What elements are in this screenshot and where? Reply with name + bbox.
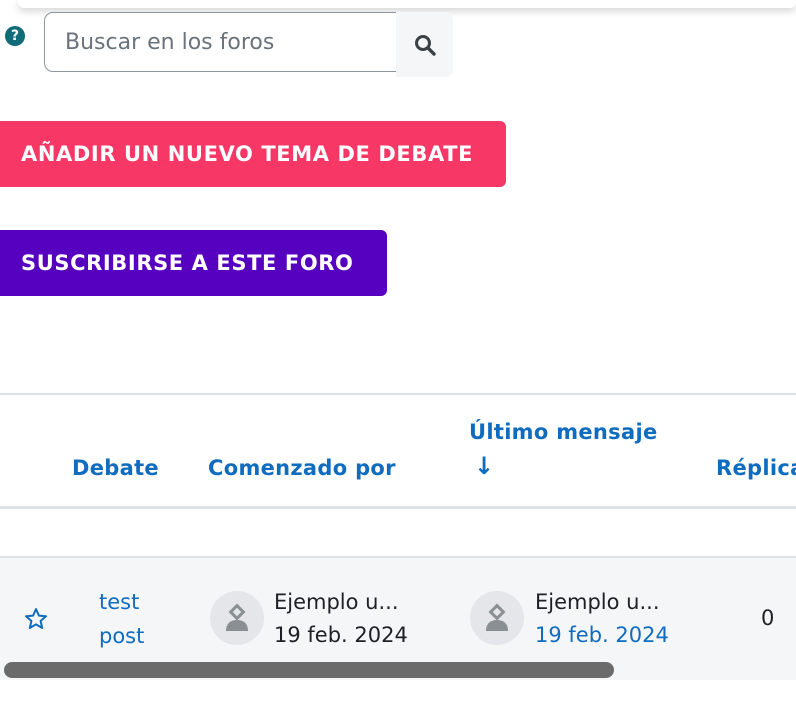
sort-descending-icon[interactable]: ↓	[474, 452, 494, 480]
avatar	[210, 591, 264, 645]
search-icon	[414, 34, 436, 56]
horizontal-scrollbar-thumb[interactable]	[4, 662, 614, 678]
last-post-date-link[interactable]: 19 feb. 2024	[535, 623, 669, 647]
started-by-date: 19 feb. 2024	[274, 623, 408, 647]
column-header-replies[interactable]: Réplica	[716, 456, 796, 480]
replies-count: 0	[761, 606, 775, 630]
discussion-title-link-line2[interactable]: post	[99, 624, 144, 648]
search-input[interactable]	[44, 12, 396, 72]
search-button[interactable]	[396, 12, 453, 77]
column-header-debate[interactable]: Debate	[72, 456, 159, 480]
star-outline-icon[interactable]	[24, 607, 48, 635]
add-discussion-topic-button[interactable]: AÑADIR UN NUEVO TEMA DE DEBATE	[0, 121, 506, 187]
add-discussion-topic-label: AÑADIR UN NUEVO TEMA DE DEBATE	[21, 142, 474, 166]
column-header-last-post[interactable]: Último mensaje	[469, 420, 658, 444]
avatar	[470, 591, 524, 645]
column-header-started-by[interactable]: Comenzado por	[208, 456, 396, 480]
started-by-name: Ejemplo u...	[274, 590, 399, 614]
table-header-border	[0, 506, 796, 509]
top-panel-edge	[18, 0, 796, 8]
subscribe-forum-button[interactable]: SUSCRIBIRSE A ESTE FORO	[0, 230, 387, 296]
user-avatar-icon	[226, 603, 248, 631]
last-post-name: Ejemplo u...	[535, 590, 660, 614]
help-icon[interactable]: ?	[5, 26, 25, 46]
discussion-title-link[interactable]: test	[99, 590, 139, 614]
user-avatar-icon	[486, 603, 508, 631]
subscribe-forum-label: SUSCRIBIRSE A ESTE FORO	[21, 251, 354, 275]
table-top-border	[0, 393, 796, 395]
